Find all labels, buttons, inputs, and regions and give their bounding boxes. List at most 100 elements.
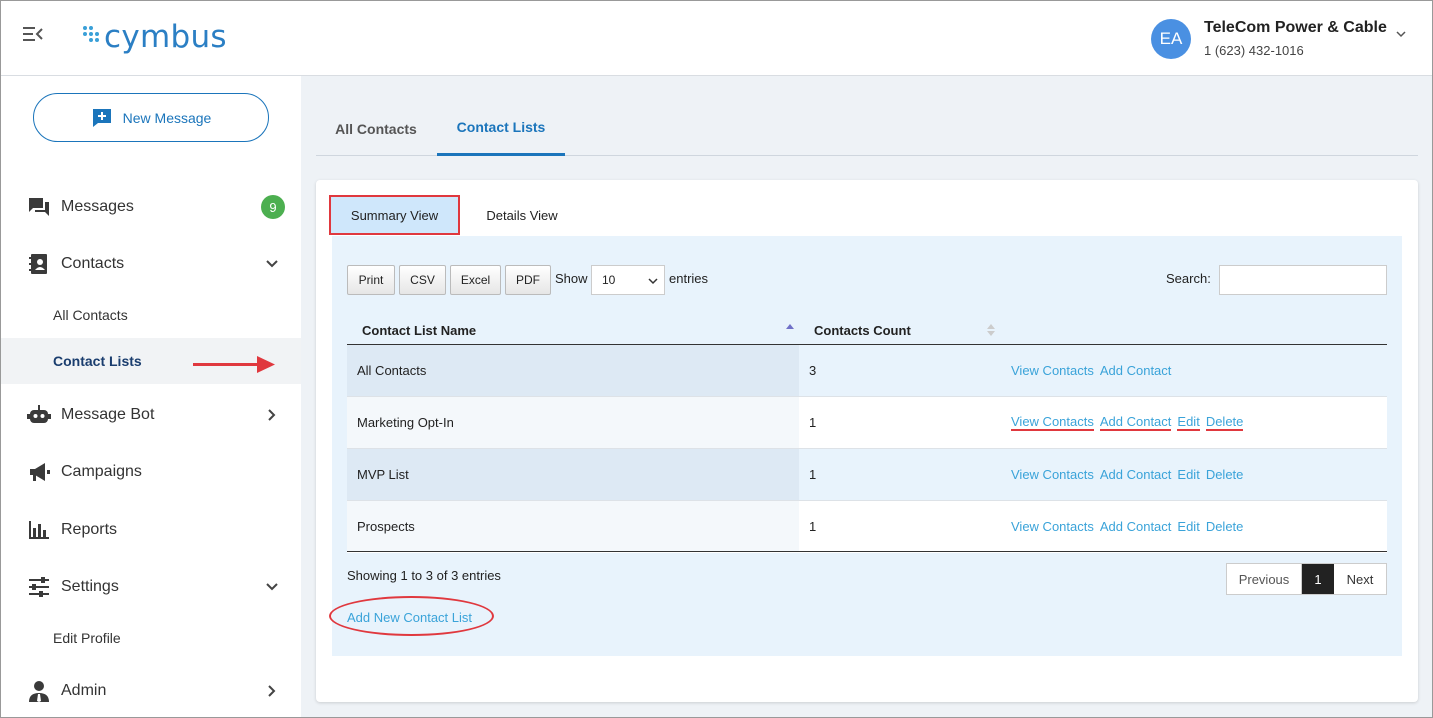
tab-summary-view[interactable]: Summary View: [329, 195, 460, 235]
chevron-down-icon[interactable]: [264, 256, 280, 272]
entries-select[interactable]: 10: [591, 265, 665, 295]
sidebar-item-label: Edit Profile: [53, 630, 121, 646]
sidebar-item-admin[interactable]: Admin: [1, 671, 301, 711]
logo-dots-icon: [83, 26, 99, 42]
sidebar-item-label: Message Bot: [61, 406, 155, 423]
chevron-down-icon[interactable]: [264, 579, 280, 595]
sidebar-item-label: Reports: [61, 521, 118, 538]
chevron-right-icon[interactable]: [264, 683, 280, 699]
row-actions: View Contacts Add Contact Edit Delete: [1011, 501, 1243, 552]
edit-link[interactable]: Edit: [1177, 467, 1199, 482]
cymbus-logo[interactable]: cymbus: [83, 17, 227, 57]
chevron-down-icon: [648, 278, 658, 285]
tab-contact-lists[interactable]: Contact Lists: [437, 101, 565, 156]
megaphone-icon: [30, 463, 50, 481]
sidebar-item-edit-profile[interactable]: Edit Profile: [1, 615, 301, 661]
sliders-icon: [29, 577, 49, 597]
table-row: All Contacts 3 View Contacts Add Contact: [347, 345, 1387, 397]
sort-icon: [987, 324, 995, 336]
sidebar-item-campaigns[interactable]: Campaigns: [1, 452, 301, 492]
account-name[interactable]: TeleCom Power & Cable: [1204, 19, 1387, 37]
top-bar: cymbus EA TeleCom Power & Cable 1 (623) …: [1, 1, 1432, 76]
delete-link[interactable]: Delete: [1206, 519, 1244, 534]
menu-collapse-icon[interactable]: [23, 26, 43, 42]
excel-button[interactable]: Excel: [450, 265, 501, 295]
sidebar: New Message Messages 9 Contacts All Cont…: [1, 76, 301, 717]
row-actions: View Contacts Add Contact: [1011, 345, 1171, 396]
sidebar-item-settings[interactable]: Settings: [1, 567, 301, 607]
list-name: Prospects: [347, 501, 799, 552]
view-contacts-link[interactable]: View Contacts: [1011, 414, 1094, 431]
account-phone: 1 (623) 432-1016: [1204, 43, 1304, 58]
app-window: cymbus EA TeleCom Power & Cable 1 (623) …: [0, 0, 1433, 718]
search-input[interactable]: [1219, 265, 1387, 295]
pdf-button[interactable]: PDF: [505, 265, 551, 295]
search-label: Search:: [1166, 271, 1211, 286]
chevron-down-icon[interactable]: [1394, 27, 1408, 41]
sidebar-item-label: Campaigns: [61, 463, 142, 480]
contacts-count: 1: [809, 519, 817, 534]
table-info: Showing 1 to 3 of 3 entries: [347, 568, 501, 583]
address-book-icon: [29, 254, 47, 274]
csv-button[interactable]: CSV: [399, 265, 446, 295]
new-message-icon: [92, 108, 111, 127]
robot-icon: [27, 405, 51, 423]
add-contact-link[interactable]: Add Contact: [1099, 414, 1172, 431]
new-message-label: New Message: [122, 109, 212, 126]
print-button[interactable]: Print: [347, 265, 395, 295]
view-contacts-link[interactable]: View Contacts: [1011, 519, 1094, 534]
previous-button[interactable]: Previous: [1227, 564, 1302, 594]
view-contacts-link[interactable]: View Contacts: [1011, 363, 1094, 378]
delete-link[interactable]: Delete: [1205, 414, 1244, 431]
list-name: All Contacts: [347, 345, 799, 396]
main-tabs: All Contacts Contact Lists: [316, 101, 1418, 156]
tab-details-view[interactable]: Details View: [472, 195, 572, 235]
unread-badge: 9: [261, 195, 285, 219]
bar-chart-icon: [29, 521, 49, 539]
sidebar-item-label: Settings: [61, 578, 119, 595]
annotation-arrow-icon: [193, 356, 275, 373]
add-new-contact-list-link[interactable]: Add New Contact List: [347, 610, 472, 625]
sidebar-item-all-contacts[interactable]: All Contacts: [1, 292, 301, 338]
sidebar-item-reports[interactable]: Reports: [1, 510, 301, 550]
table-bottom-divider: [347, 551, 1387, 552]
tab-all-contacts[interactable]: All Contacts: [316, 101, 436, 156]
table-row: Prospects 1 View Contacts Add Contact Ed…: [347, 501, 1387, 553]
avatar[interactable]: EA: [1151, 19, 1191, 59]
contacts-count: 1: [799, 449, 1011, 500]
add-contact-link[interactable]: Add Contact: [1100, 363, 1172, 378]
sort-asc-icon: [786, 324, 794, 329]
sidebar-item-messages[interactable]: Messages 9: [1, 187, 301, 227]
contacts-count: 1: [809, 415, 817, 430]
view-contacts-link[interactable]: View Contacts: [1011, 467, 1094, 482]
column-header-count[interactable]: Contacts Count: [814, 316, 1014, 344]
row-actions: View Contacts Add Contact Edit Delete: [1011, 397, 1244, 448]
next-button[interactable]: Next: [1334, 564, 1386, 594]
edit-link[interactable]: Edit: [1177, 519, 1199, 534]
sidebar-item-message-bot[interactable]: Message Bot: [1, 395, 301, 435]
add-contact-link[interactable]: Add Contact: [1100, 467, 1172, 482]
user-admin-icon: [29, 681, 49, 702]
sidebar-item-label: Contact Lists: [53, 353, 142, 369]
contacts-count: 3: [799, 345, 1011, 396]
entries-value: 10: [602, 273, 616, 287]
page-1-button[interactable]: 1: [1302, 564, 1334, 594]
sidebar-item-contacts[interactable]: Contacts: [1, 244, 301, 284]
table-row: Marketing Opt-In 1 View Contacts Add Con…: [347, 397, 1387, 449]
chevron-right-icon[interactable]: [264, 407, 280, 423]
edit-link[interactable]: Edit: [1177, 414, 1200, 431]
sidebar-item-label: Messages: [61, 198, 134, 215]
table-row: MVP List 1 View Contacts Add Contact Edi…: [347, 449, 1387, 501]
entries-label: entries: [669, 271, 709, 286]
column-header-label: Contacts Count: [814, 322, 911, 338]
pagination: Previous 1 Next: [1226, 563, 1387, 595]
add-contact-link[interactable]: Add Contact: [1100, 519, 1172, 534]
show-label: Show: [555, 271, 588, 286]
delete-link[interactable]: Delete: [1206, 467, 1244, 482]
row-actions: View Contacts Add Contact Edit Delete: [1011, 449, 1243, 500]
new-message-button[interactable]: New Message: [33, 93, 269, 142]
brand-name: cymbus: [104, 19, 227, 55]
sidebar-item-label: All Contacts: [53, 307, 128, 323]
column-header-name[interactable]: Contact List Name: [362, 316, 794, 344]
contact-lists-card: Summary View Details View Print CSV Exce…: [316, 180, 1418, 702]
